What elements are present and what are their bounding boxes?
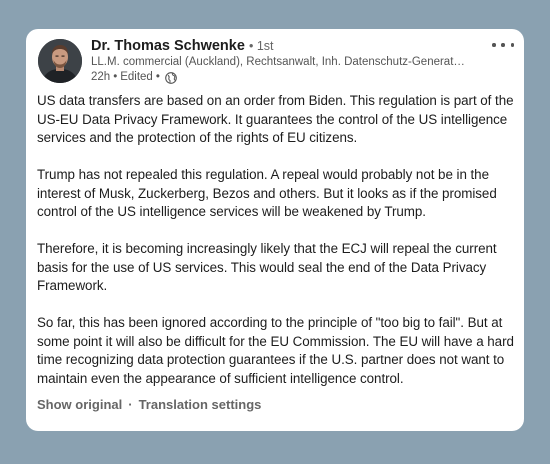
post-card: Dr. Thomas Schwenke • 1st LL.M. commerci… xyxy=(26,29,524,431)
more-dot xyxy=(501,43,505,47)
more-dot xyxy=(510,43,514,47)
show-original-button[interactable]: Show original xyxy=(37,397,122,412)
avatar[interactable] xyxy=(38,39,82,83)
author-name[interactable]: Dr. Thomas Schwenke xyxy=(91,38,245,54)
edited-label: Edited xyxy=(120,71,153,83)
meta-separator: • xyxy=(113,71,118,83)
translation-footer: Show original · Translation settings xyxy=(37,396,261,414)
post-header: Dr. Thomas Schwenke • 1st LL.M. commerci… xyxy=(91,37,484,85)
post-paragraph: Therefore, it is becoming increasingly l… xyxy=(37,241,497,293)
post-paragraph: Trump has not repealed this regulation. … xyxy=(37,167,497,219)
post-paragraph: US data transfers are based on an order … xyxy=(37,93,514,145)
more-options-button[interactable] xyxy=(492,37,514,53)
translation-settings-button[interactable]: Translation settings xyxy=(139,397,262,412)
more-dot xyxy=(492,43,496,47)
avatar-image xyxy=(38,39,82,83)
separator-dot: • xyxy=(248,39,257,53)
post-paragraph: So far, this has been ignored according … xyxy=(37,315,514,386)
post-time: 22h xyxy=(91,71,111,83)
author-line: Dr. Thomas Schwenke • 1st xyxy=(91,37,484,55)
connection-degree: 1st xyxy=(256,39,274,53)
meta-separator: • xyxy=(155,71,160,83)
post-meta: 22h • Edited • xyxy=(91,70,484,85)
post-body: US data transfers are based on an order … xyxy=(37,92,517,388)
footer-separator: · xyxy=(128,397,133,412)
author-headline: LL.M. commercial (Auckland), Rechtsanwal… xyxy=(91,56,471,68)
globe-icon xyxy=(165,71,177,84)
